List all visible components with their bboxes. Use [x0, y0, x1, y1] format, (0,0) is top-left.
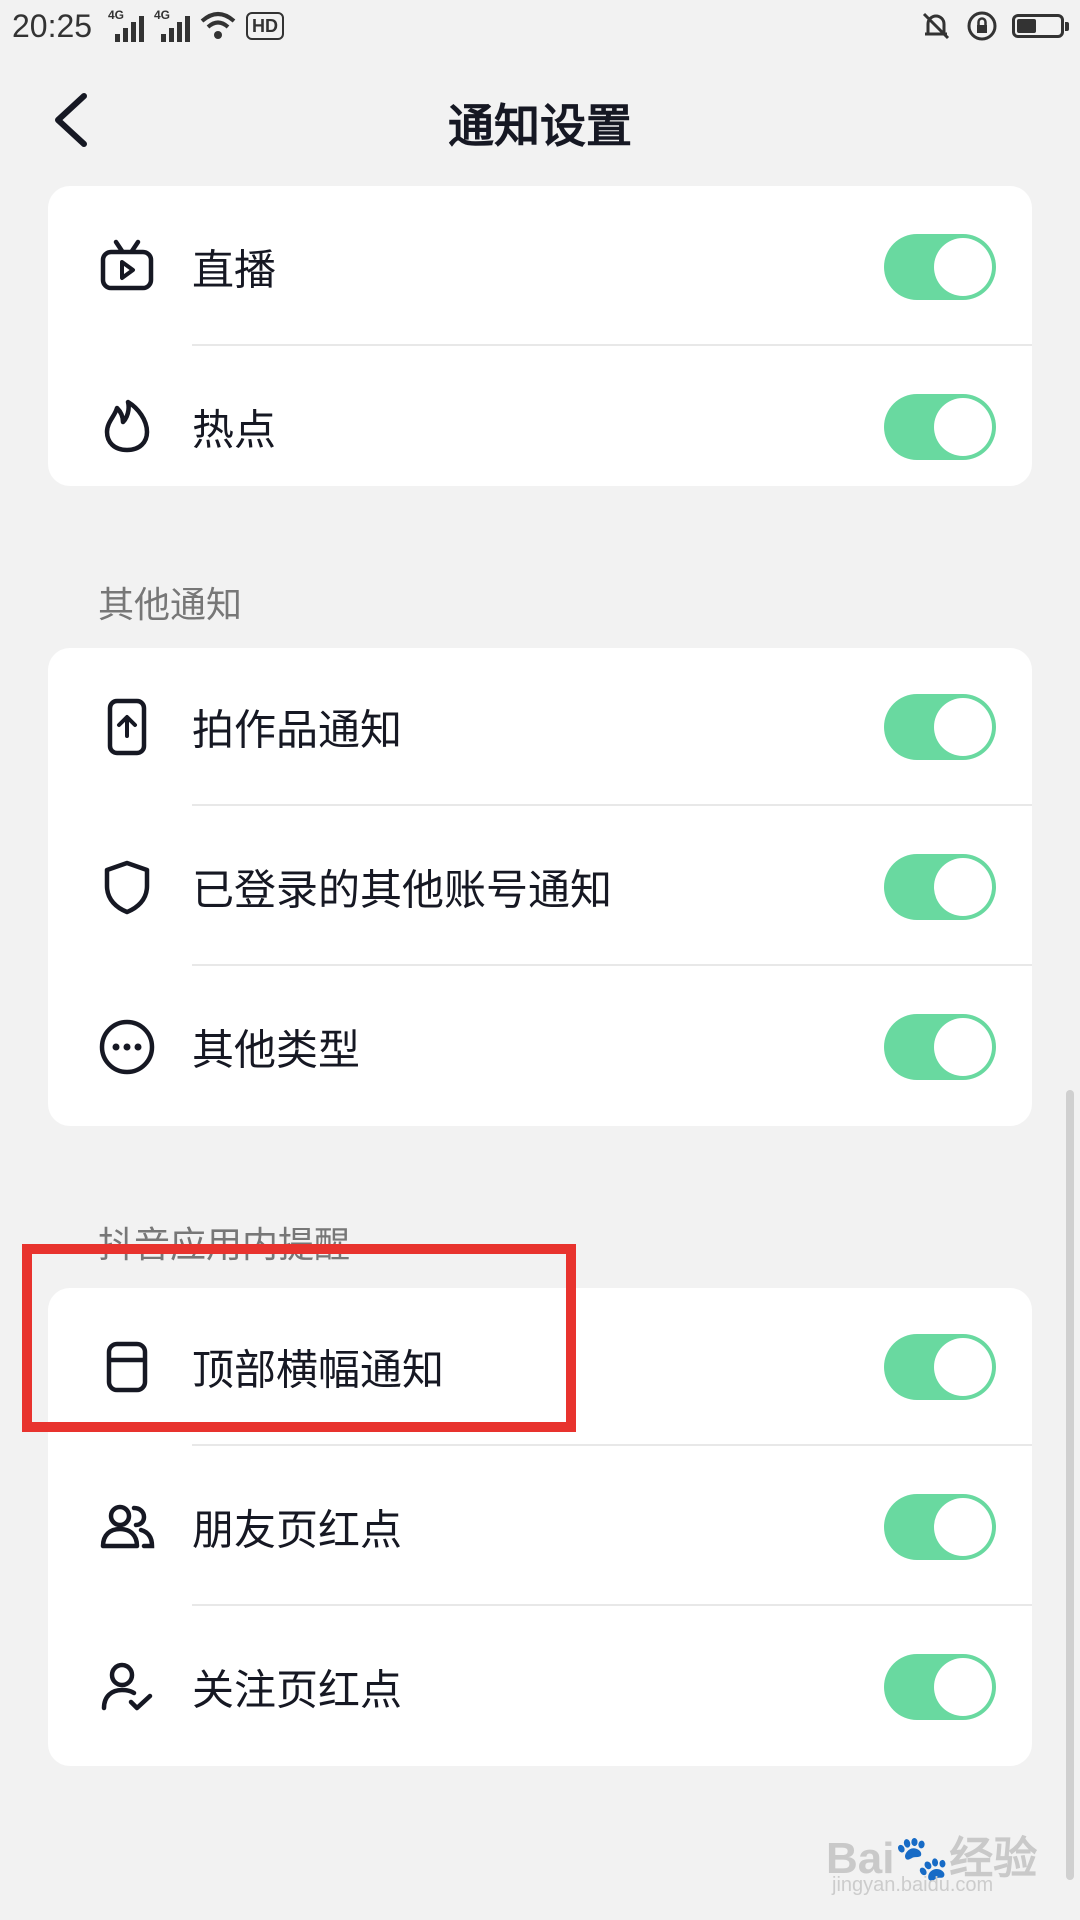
- page-title: 通知设置: [448, 99, 632, 153]
- status-time: 20:25: [12, 8, 93, 44]
- setting-row-other-types[interactable]: 其他类型: [48, 968, 1032, 1126]
- toggle-switch[interactable]: [884, 854, 996, 920]
- setting-label: 拍作品通知: [192, 705, 403, 755]
- signal-icon: 4G: [108, 8, 144, 42]
- wifi-icon: [200, 12, 236, 39]
- setting-label: 其他类型: [192, 1025, 361, 1075]
- hd-icon: HD: [246, 12, 284, 40]
- user-check-icon: [101, 1662, 153, 1711]
- setting-label: 热点: [192, 405, 277, 455]
- toggle-switch[interactable]: [884, 394, 996, 460]
- bell-muted-icon: [922, 12, 950, 40]
- settings-card-in-app: 顶部横幅通知 朋友页红点 关注页红点: [48, 1288, 1032, 1766]
- toggle-switch[interactable]: [884, 694, 996, 760]
- setting-label: 已登录的其他账号通知: [192, 865, 613, 915]
- live-tv-icon: [100, 239, 154, 291]
- phone-upload-icon: [107, 698, 147, 756]
- toggle-switch[interactable]: [884, 1334, 996, 1400]
- setting-row-post-notify[interactable]: 拍作品通知: [48, 648, 1032, 806]
- setting-label: 直播: [192, 245, 277, 295]
- toggle-switch[interactable]: [884, 234, 996, 300]
- rotation-lock-icon: [967, 11, 997, 41]
- setting-row-follow-dot[interactable]: 关注页红点: [48, 1608, 1032, 1766]
- divider: [192, 1604, 1032, 1606]
- setting-label: 关注页红点: [192, 1665, 403, 1715]
- setting-row-top-banner[interactable]: 顶部横幅通知: [48, 1288, 1032, 1446]
- divider: [192, 344, 1032, 346]
- section-title: 抖音应用内提醒: [98, 1225, 351, 1266]
- setting-row-live[interactable]: 直播: [48, 188, 1032, 346]
- divider: [192, 964, 1032, 966]
- battery-icon: [1012, 14, 1069, 38]
- header: 通知设置: [0, 60, 1080, 180]
- flame-icon: [104, 399, 150, 453]
- divider: [192, 1444, 1032, 1446]
- setting-label: 朋友页红点: [192, 1505, 403, 1555]
- settings-card-content: 直播 热点: [48, 186, 1032, 486]
- setting-row-other-accounts[interactable]: 已登录的其他账号通知: [48, 808, 1032, 966]
- setting-label: 顶部横幅通知: [192, 1345, 445, 1395]
- settings-card-other: 拍作品通知 已登录的其他账号通知 其他类型: [48, 648, 1032, 1126]
- more-circle-icon: [99, 1019, 155, 1075]
- section-title: 其他通知: [98, 585, 243, 626]
- setting-row-hot[interactable]: 热点: [48, 348, 1032, 486]
- toggle-switch[interactable]: [884, 1014, 996, 1080]
- banner-icon: [106, 1341, 148, 1393]
- divider: [192, 804, 1032, 806]
- status-bar: 20:25 4G 4G HD: [0, 0, 1080, 56]
- scrollbar[interactable]: [1066, 1090, 1074, 1880]
- toggle-switch[interactable]: [884, 1654, 996, 1720]
- friends-icon: [100, 1504, 155, 1549]
- watermark-url: jingyan.baidu.com: [832, 1874, 994, 1896]
- signal-icon: 4G: [154, 8, 190, 42]
- setting-row-friends-dot[interactable]: 朋友页红点: [48, 1448, 1032, 1606]
- shield-icon: [104, 860, 150, 915]
- toggle-switch[interactable]: [884, 1494, 996, 1560]
